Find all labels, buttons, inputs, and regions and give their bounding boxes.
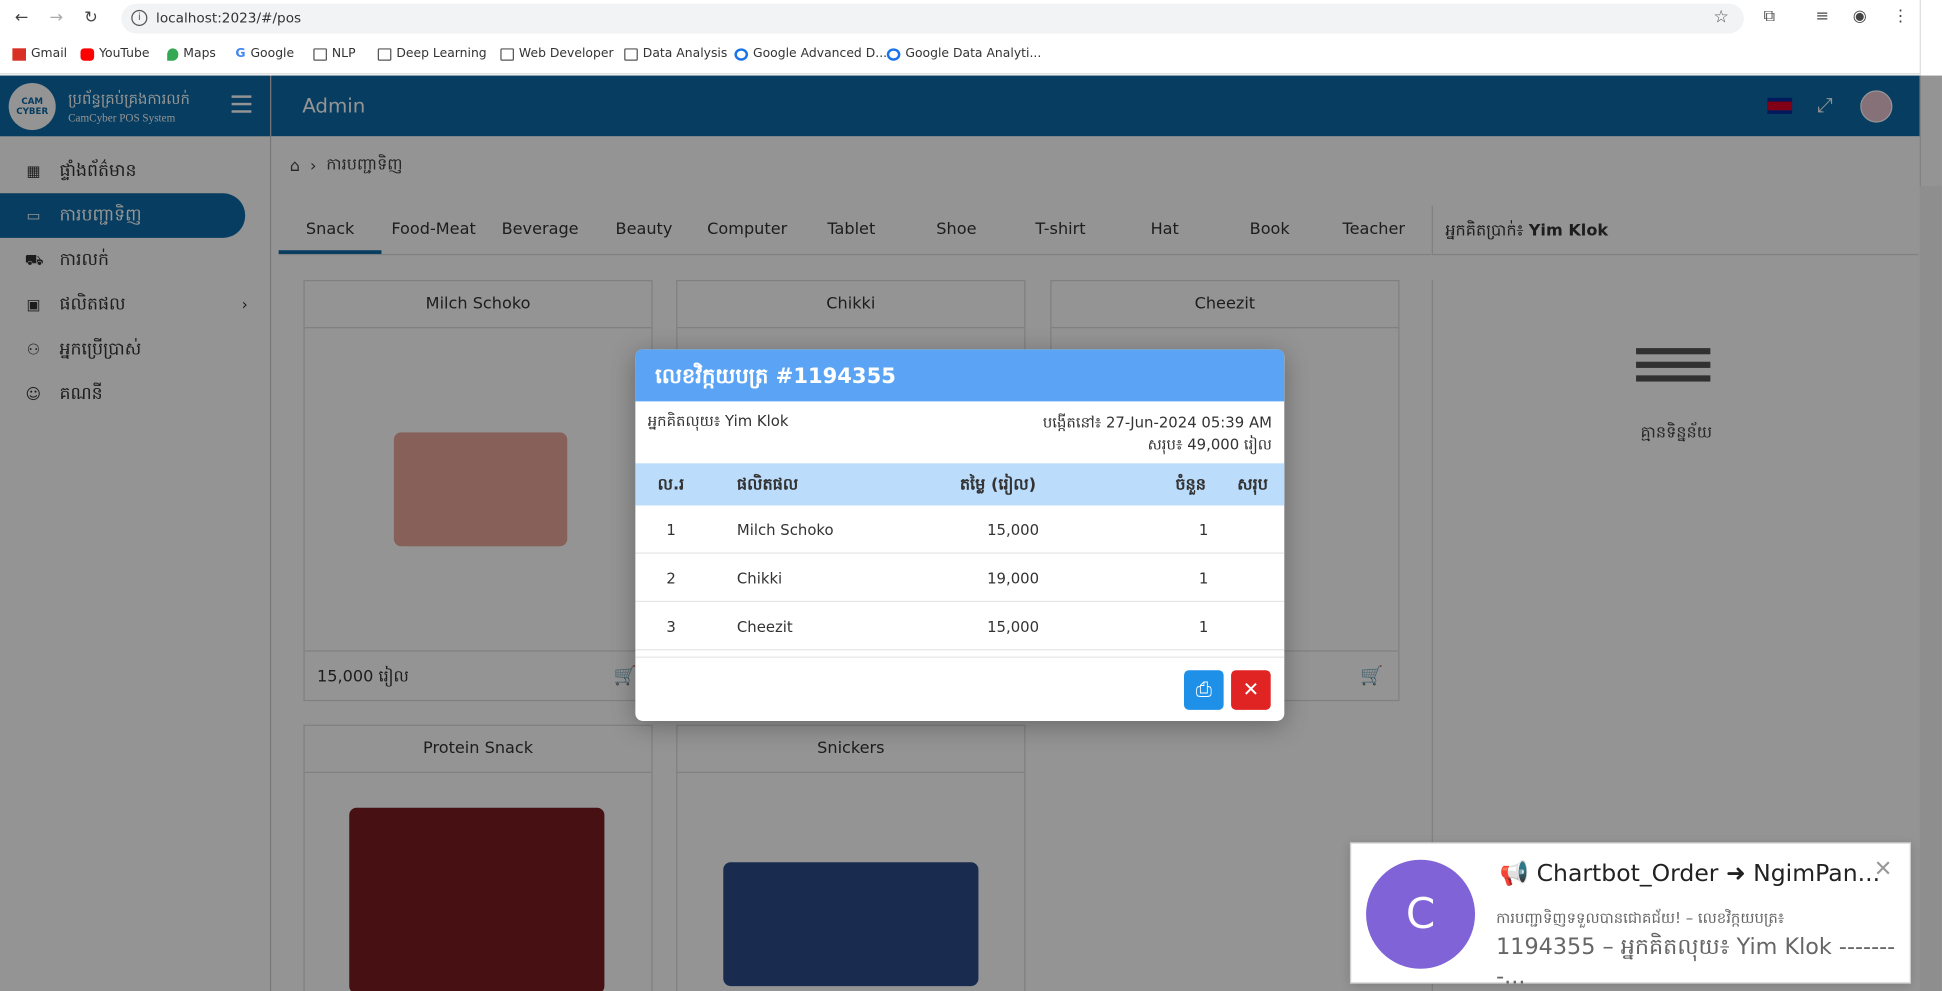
bookmarks-bar: Gmail YouTube Maps G Google NLP Deep Lear… <box>0 37 1942 75</box>
bookmark-data-analysis[interactable]: Data Analysis <box>624 47 727 61</box>
bookmark-google-data-analytics[interactable]: Google Data Analyti... <box>886 47 1041 61</box>
bookmark-star-icon[interactable]: ☆ <box>1713 7 1729 27</box>
google-ads-icon <box>734 47 749 61</box>
notification-line2: 1194355 – អ្នកគិតលុយ៖ Yim Klok --------.… <box>1496 934 1896 990</box>
folder-icon <box>500 47 514 61</box>
folder-icon <box>377 47 392 61</box>
folder-icon <box>313 47 327 61</box>
media-icon[interactable]: ≡ <box>1816 7 1830 26</box>
youtube-icon <box>80 47 95 61</box>
bookmark-gmail[interactable]: Gmail <box>12 47 67 61</box>
maps-icon <box>167 47 179 61</box>
print-button[interactable]: ⎙ <box>1184 670 1224 710</box>
table-row: 3 Cheezit 15,000 1 <box>635 602 1285 651</box>
address-bar[interactable]: i localhost:2023/#/pos ☆ <box>121 3 1744 34</box>
google-ads-icon <box>886 47 901 61</box>
menu-dots-icon[interactable]: ⋮ <box>1892 7 1908 26</box>
bookmark-youtube[interactable]: YouTube <box>80 47 149 61</box>
folder-icon <box>624 47 638 61</box>
table-header: ល.រ ផលិតផល តម្លៃ (រៀល) ចំនួន សរុប <box>635 463 1285 506</box>
notification-avatar: C <box>1366 859 1476 969</box>
bookmark-nlp[interactable]: NLP <box>313 47 356 61</box>
url-text: localhost:2023/#/pos <box>156 9 302 27</box>
reload-icon[interactable]: ↻ <box>84 9 98 28</box>
table-row: 2 Chikki 19,000 1 <box>635 554 1285 603</box>
invoice-modal: លេខវិក្កយបត្រ #1194355 អ្នកគិតលុយ៖ Yim K… <box>635 349 1285 721</box>
gmail-icon <box>12 47 27 61</box>
site-info-icon[interactable]: i <box>131 9 148 27</box>
close-button[interactable]: ✕ <box>1231 670 1271 710</box>
table-row: 1 Milch Schoko 15,000 1 <box>635 505 1285 554</box>
bookmark-google-advanced[interactable]: Google Advanced D... <box>734 47 887 61</box>
bookmark-deep-learning[interactable]: Deep Learning <box>377 47 487 61</box>
modal-cashier: អ្នកគិតលុយ៖ Yim Klok <box>647 412 789 430</box>
modal-created: បង្កើតនៅ៖ 27-Jun-2024 05:39 AM <box>1042 413 1272 432</box>
modal-total: សរុប៖ 49,000 រៀល <box>1147 436 1272 454</box>
back-icon[interactable]: ← <box>15 9 29 28</box>
close-icon[interactable]: ✕ <box>1874 856 1893 882</box>
notification-toast[interactable]: C 📢 Chartbot_Order ➜ NgimPan... ការបញ្ជា… <box>1349 842 1912 990</box>
browser-toolbar: ← → ↻ i localhost:2023/#/pos ☆ ⧉ ≡ ◉ ⋮ <box>0 0 1942 38</box>
notification-title: 📢 Chartbot_Order ➜ NgimPan... <box>1499 859 1881 887</box>
google-icon: G <box>235 47 246 61</box>
notification-line1: ការបញ្ជាទិញទទួលបានជោគជ័យ! – លេខវិក្កយបត្… <box>1496 909 1785 927</box>
extensions-icon[interactable]: ⧉ <box>1764 7 1776 26</box>
bookmark-google[interactable]: G Google <box>235 47 294 61</box>
bookmark-maps[interactable]: Maps <box>167 47 216 61</box>
modal-title: លេខវិក្កយបត្រ #1194355 <box>635 349 1285 402</box>
bookmark-web-developer[interactable]: Web Developer <box>500 47 614 61</box>
profile-icon[interactable]: ◉ <box>1853 7 1867 26</box>
forward-icon[interactable]: → <box>50 9 64 28</box>
